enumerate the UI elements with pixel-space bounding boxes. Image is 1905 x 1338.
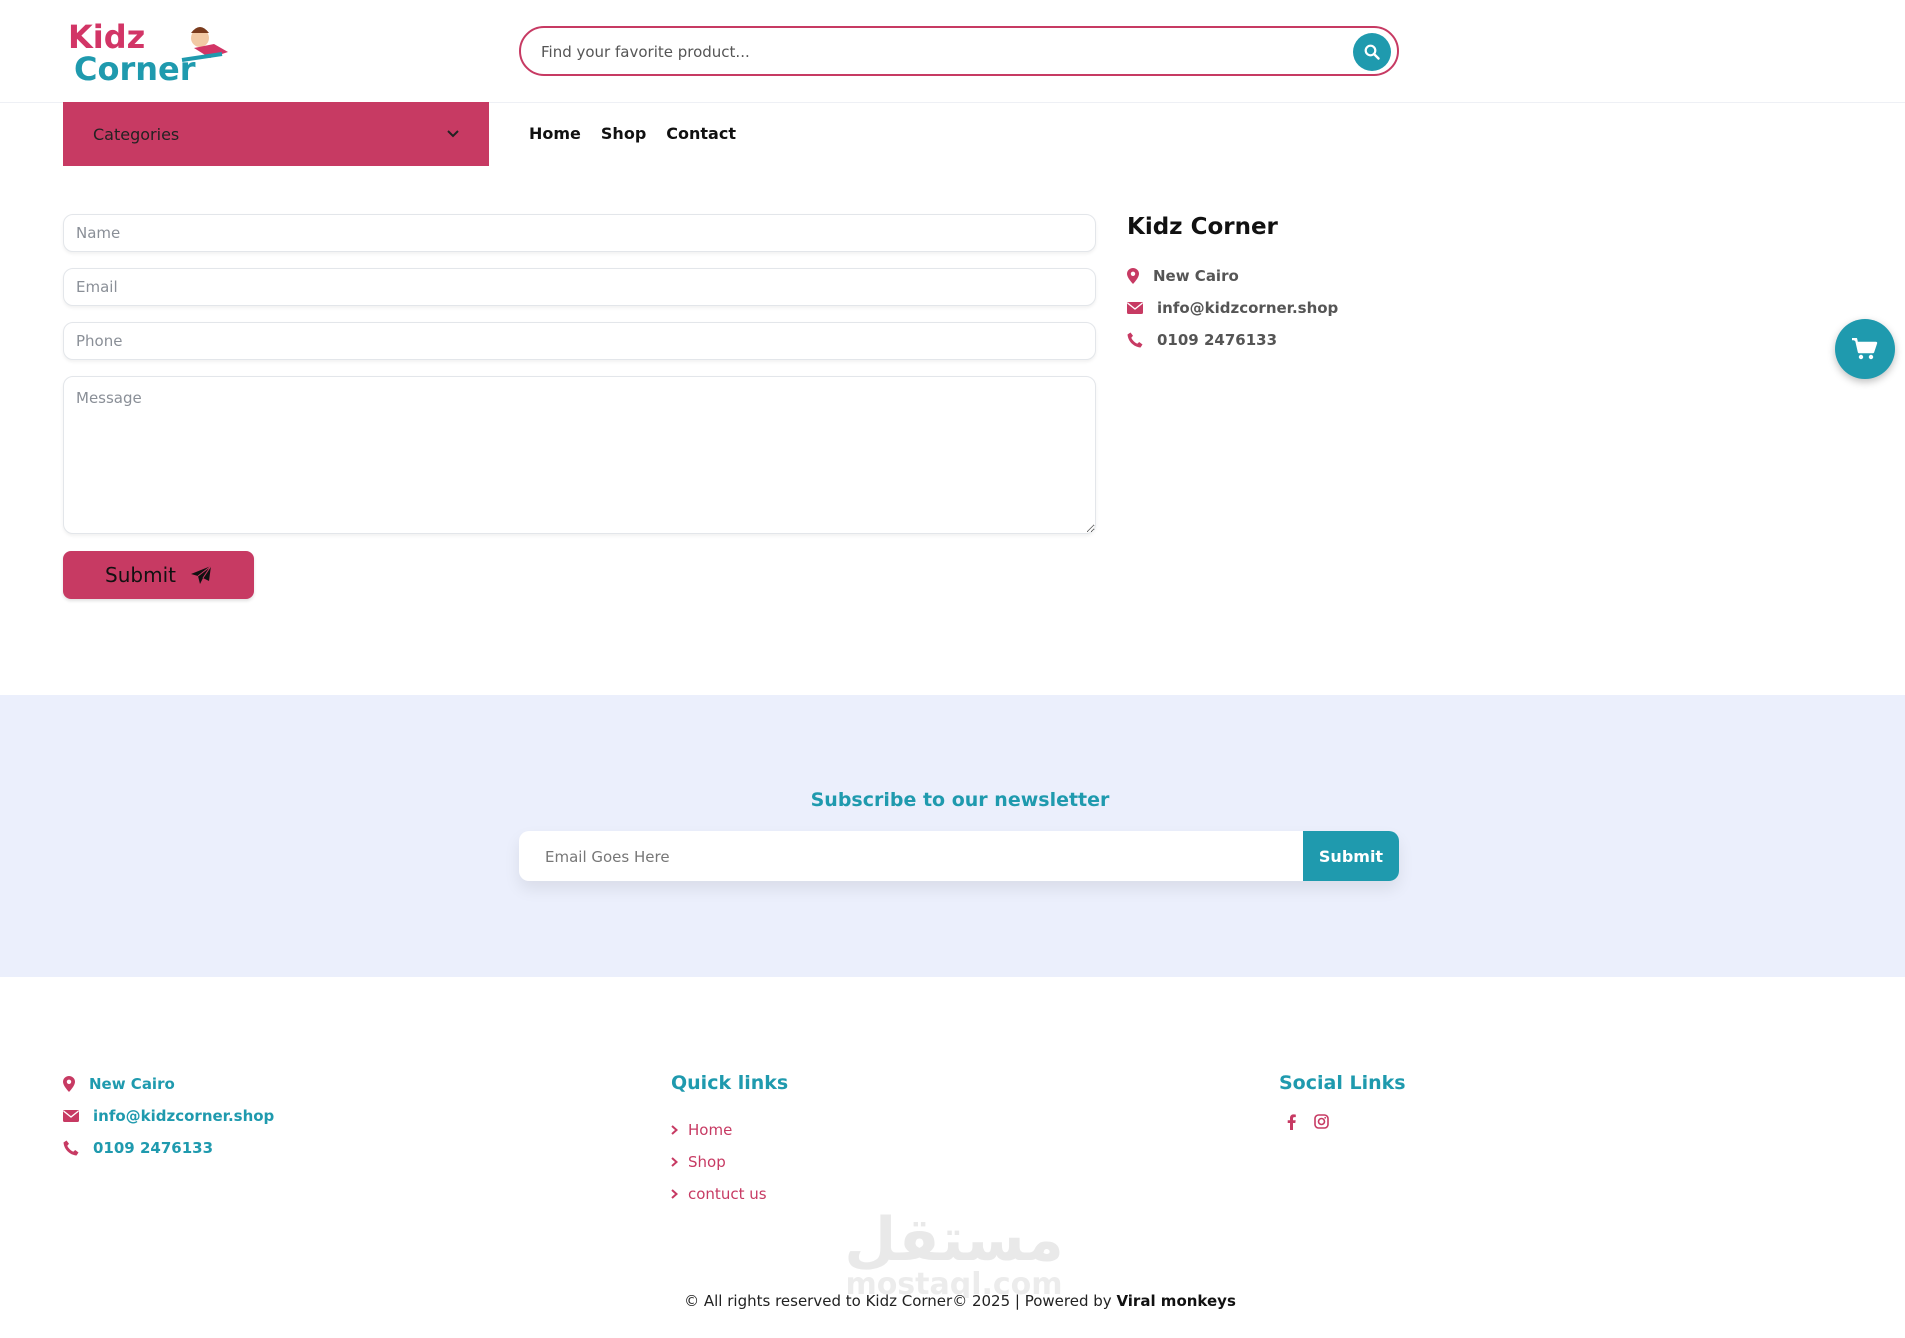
svg-text:مستقل: مستقل	[844, 1205, 1063, 1275]
main-nav: Home Shop Contact	[529, 124, 736, 143]
search-icon	[1364, 44, 1380, 60]
footer-quick-links: Quick links Home Shop contuct us	[671, 1072, 788, 1210]
footer-link-shop[interactable]: Shop	[671, 1146, 788, 1178]
envelope-icon	[63, 1110, 79, 1122]
search-bar	[519, 26, 1399, 76]
footer-email-text[interactable]: info@kidzcorner.shop	[93, 1107, 274, 1125]
newsletter-email-input[interactable]	[543, 831, 1287, 881]
footer-link-shop-label: Shop	[688, 1153, 726, 1171]
footer-email: info@kidzcorner.shop	[63, 1100, 274, 1132]
map-marker-icon	[1127, 268, 1139, 284]
quick-links-title: Quick links	[671, 1072, 789, 1094]
message-field[interactable]	[63, 376, 1096, 534]
footer-contact: New Cairo info@kidzcorner.shop 0109 2476…	[63, 1068, 274, 1164]
search-input[interactable]	[539, 28, 1323, 76]
contact-email: info@kidzcorner.shop	[1127, 292, 1338, 324]
footer-location: New Cairo	[63, 1068, 274, 1100]
phone-icon	[63, 1140, 79, 1156]
nav-link-home[interactable]: Home	[529, 124, 581, 143]
contact-email-text[interactable]: info@kidzcorner.shop	[1157, 299, 1338, 317]
submit-label: Submit	[105, 563, 176, 587]
footer-link-contact-label: contuct us	[688, 1185, 767, 1203]
contact-location: New Cairo	[1127, 260, 1338, 292]
name-field[interactable]	[63, 214, 1096, 252]
paper-plane-icon	[190, 565, 212, 584]
envelope-icon	[1127, 302, 1143, 314]
copyright-label: © All rights reserved to Kidz Corner© 20…	[684, 1292, 1117, 1310]
social-icons	[1279, 1114, 1406, 1134]
svg-text:Corner: Corner	[74, 50, 196, 84]
contact-phone: 0109 2476133	[1127, 324, 1338, 356]
instagram-icon[interactable]	[1314, 1114, 1329, 1134]
contact-info-card: Kidz Corner New Cairo info@kidzcorner.sh…	[1127, 214, 1338, 356]
contact-phone-text[interactable]: 0109 2476133	[1157, 331, 1277, 349]
copyright-text: © All rights reserved to Kidz Corner© 20…	[0, 1292, 1905, 1310]
footer-social: Social Links	[1279, 1072, 1406, 1134]
newsletter-section: Subscribe to our newsletter Submit	[0, 695, 1905, 977]
phone-icon	[1127, 332, 1143, 348]
search-button[interactable]	[1353, 33, 1391, 71]
categories-dropdown[interactable]: Categories	[63, 102, 489, 166]
facebook-icon[interactable]	[1287, 1114, 1296, 1134]
chevron-right-icon	[671, 1125, 678, 1135]
phone-field[interactable]	[63, 322, 1096, 360]
email-field[interactable]	[63, 268, 1096, 306]
powered-by-link[interactable]: Viral monkeys	[1116, 1292, 1235, 1310]
map-marker-icon	[63, 1076, 75, 1092]
contact-card-title: Kidz Corner	[1127, 214, 1278, 240]
mostaql-watermark: مستقل mostaql.com	[844, 1205, 1063, 1298]
shopping-cart-icon	[1852, 338, 1878, 360]
site-header: Kidz Corner	[0, 0, 1905, 103]
social-links-title: Social Links	[1279, 1072, 1406, 1094]
categories-label: Categories	[93, 124, 180, 144]
footer-link-contact[interactable]: contuct us	[671, 1178, 788, 1210]
chevron-right-icon	[671, 1157, 678, 1167]
footer-phone: 0109 2476133	[63, 1132, 274, 1164]
contact-location-text: New Cairo	[1153, 267, 1239, 285]
floating-cart-button[interactable]	[1835, 319, 1895, 379]
newsletter-form: Submit	[519, 831, 1399, 881]
nav-link-shop[interactable]: Shop	[601, 124, 646, 143]
footer-link-home[interactable]: Home	[671, 1114, 788, 1146]
footer-location-text: New Cairo	[89, 1075, 175, 1093]
footer-link-home-label: Home	[688, 1121, 733, 1139]
newsletter-title: Subscribe to our newsletter	[810, 789, 1110, 811]
nav-link-contact[interactable]: Contact	[666, 124, 736, 143]
chevron-right-icon	[671, 1189, 678, 1199]
submit-button[interactable]: Submit	[63, 551, 254, 599]
chevron-down-icon	[447, 130, 459, 138]
kidz-corner-logo[interactable]: Kidz Corner	[66, 18, 232, 84]
footer-phone-text[interactable]: 0109 2476133	[93, 1139, 213, 1157]
newsletter-submit-button[interactable]: Submit	[1303, 831, 1399, 881]
